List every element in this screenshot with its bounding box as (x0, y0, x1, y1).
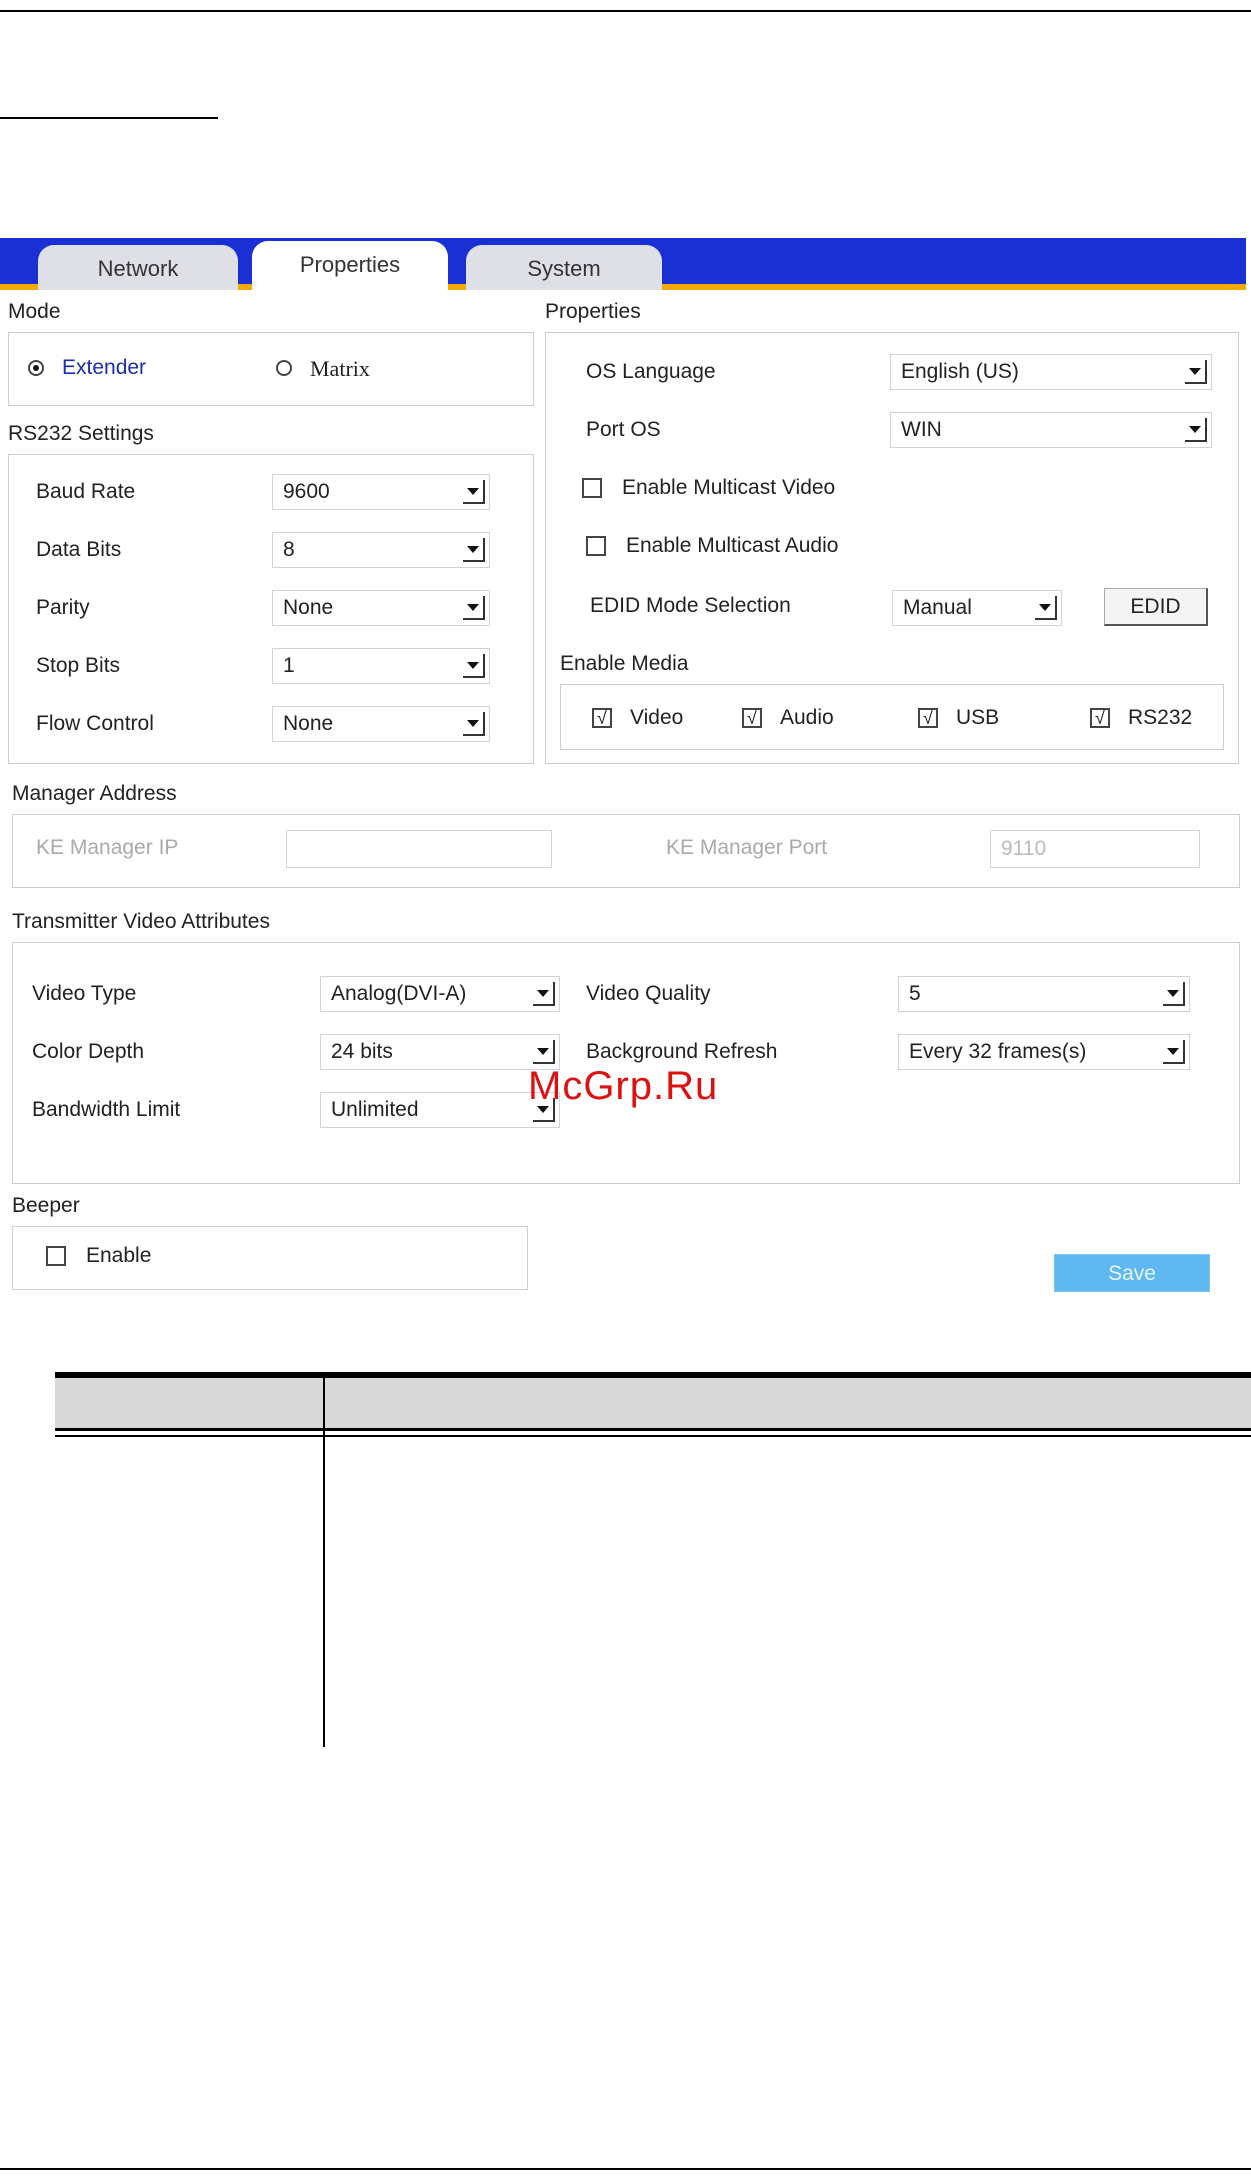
tab-network[interactable]: Network (38, 245, 238, 290)
table-column-divider (323, 1378, 325, 1428)
background-refresh-value: Every 32 frames(s) (909, 1040, 1087, 1063)
radio-matrix[interactable] (276, 360, 292, 376)
tab-properties[interactable]: Properties (252, 241, 448, 290)
edid-button[interactable]: EDID (1104, 588, 1208, 626)
flow-control-label: Flow Control (36, 712, 154, 735)
tab-system[interactable]: System (466, 245, 662, 290)
background-refresh-label: Background Refresh (586, 1040, 778, 1063)
media-rs232-checkbox[interactable]: √ (1090, 708, 1110, 728)
chevron-down-icon (463, 538, 485, 562)
chevron-down-icon (533, 1040, 555, 1064)
media-usb-label: USB (956, 706, 1000, 729)
chevron-down-icon (1185, 418, 1207, 442)
parity-label: Parity (36, 596, 90, 619)
video-quality-value: 5 (909, 982, 921, 1005)
os-language-select[interactable]: English (US) (890, 354, 1212, 390)
table-header-rule (55, 1428, 1251, 1431)
baud-rate-value: 9600 (283, 480, 330, 503)
media-usb-checkbox[interactable]: √ (918, 708, 938, 728)
media-audio-checkbox[interactable]: √ (742, 708, 762, 728)
tab-label: Properties (299, 252, 401, 277)
table-column-divider (323, 1431, 325, 1747)
properties-title: Properties (545, 300, 641, 323)
os-language-label: OS Language (586, 360, 716, 383)
beeper-enable-checkbox[interactable] (46, 1246, 66, 1266)
data-bits-value: 8 (283, 538, 295, 561)
chevron-down-icon (1035, 596, 1057, 620)
table-header (55, 1378, 1251, 1428)
chevron-down-icon (463, 596, 485, 620)
chevron-down-icon (533, 982, 555, 1006)
os-language-value: English (US) (901, 360, 1019, 383)
edid-mode-label: EDID Mode Selection (590, 594, 791, 617)
parity-select[interactable]: None (272, 590, 490, 626)
radio-matrix-label: Matrix (310, 356, 370, 381)
port-os-value: WIN (901, 418, 942, 441)
video-quality-label: Video Quality (586, 982, 711, 1005)
enable-media-title: Enable Media (560, 652, 689, 675)
beeper-enable-label: Enable (86, 1244, 152, 1267)
data-bits-label: Data Bits (36, 538, 122, 561)
stop-bits-value: 1 (283, 654, 295, 677)
background-refresh-select[interactable]: Every 32 frames(s) (898, 1034, 1190, 1070)
tab-label: Network (97, 256, 179, 281)
watermark-text: McGrp.Ru (528, 1064, 719, 1108)
parity-value: None (283, 596, 334, 619)
table-header-rule-2 (55, 1435, 1251, 1437)
media-video-checkbox[interactable]: √ (592, 708, 612, 728)
multicast-audio-checkbox[interactable] (586, 536, 606, 556)
baud-rate-select[interactable]: 9600 (272, 474, 490, 510)
chevron-down-icon (1163, 982, 1185, 1006)
multicast-audio-label: Enable Multicast Audio (626, 534, 839, 557)
manager-address-title: Manager Address (12, 782, 177, 805)
edid-mode-value: Manual (903, 596, 972, 619)
chevron-down-icon (1163, 1040, 1185, 1064)
color-depth-label: Color Depth (32, 1040, 145, 1063)
manager-ip-label: KE Manager IP (36, 836, 179, 859)
media-audio-label: Audio (780, 706, 834, 729)
video-quality-select[interactable]: 5 (898, 976, 1190, 1012)
video-type-value: Analog(DVI-A) (331, 982, 467, 1005)
radio-extender-label: Extender (62, 356, 147, 379)
media-video-label: Video (630, 706, 684, 729)
chevron-down-icon (463, 480, 485, 504)
media-rs232-label: RS232 (1128, 706, 1193, 729)
bandwidth-limit-label: Bandwidth Limit (32, 1098, 181, 1121)
rs232-title: RS232 Settings (8, 422, 154, 445)
manager-port-input[interactable]: 9110 (990, 830, 1200, 868)
stop-bits-select[interactable]: 1 (272, 648, 490, 684)
data-bits-select[interactable]: 8 (272, 532, 490, 568)
video-attributes-title: Transmitter Video Attributes (12, 910, 270, 933)
flow-control-value: None (283, 712, 334, 735)
video-type-label: Video Type (32, 982, 137, 1005)
tab-label: System (527, 256, 601, 281)
flow-control-select[interactable]: None (272, 706, 490, 742)
multicast-video-checkbox[interactable] (582, 478, 602, 498)
color-depth-value: 24 bits (331, 1040, 393, 1063)
manager-ip-input[interactable] (286, 830, 552, 868)
video-type-select[interactable]: Analog(DVI-A) (320, 976, 560, 1012)
radio-extender[interactable] (28, 360, 44, 376)
bandwidth-limit-value: Unlimited (331, 1098, 419, 1121)
port-os-label: Port OS (586, 418, 661, 441)
page-top-rule (0, 10, 1251, 12)
multicast-video-label: Enable Multicast Video (622, 476, 836, 499)
page-bottom-rule (0, 2168, 1251, 2170)
save-button[interactable]: Save (1054, 1254, 1210, 1292)
edid-mode-select[interactable]: Manual (892, 590, 1062, 626)
chevron-down-icon (463, 712, 485, 736)
chevron-down-icon (463, 654, 485, 678)
stop-bits-label: Stop Bits (36, 654, 121, 677)
port-os-select[interactable]: WIN (890, 412, 1212, 448)
table-top-rule (55, 1372, 1251, 1378)
manager-port-label: KE Manager Port (666, 836, 828, 859)
bandwidth-limit-select[interactable]: Unlimited (320, 1092, 560, 1128)
section-underline (0, 117, 218, 119)
chevron-down-icon (1185, 360, 1207, 384)
baud-rate-label: Baud Rate (36, 480, 136, 503)
mode-title: Mode (8, 300, 61, 323)
color-depth-select[interactable]: 24 bits (320, 1034, 560, 1070)
beeper-title: Beeper (12, 1194, 80, 1217)
